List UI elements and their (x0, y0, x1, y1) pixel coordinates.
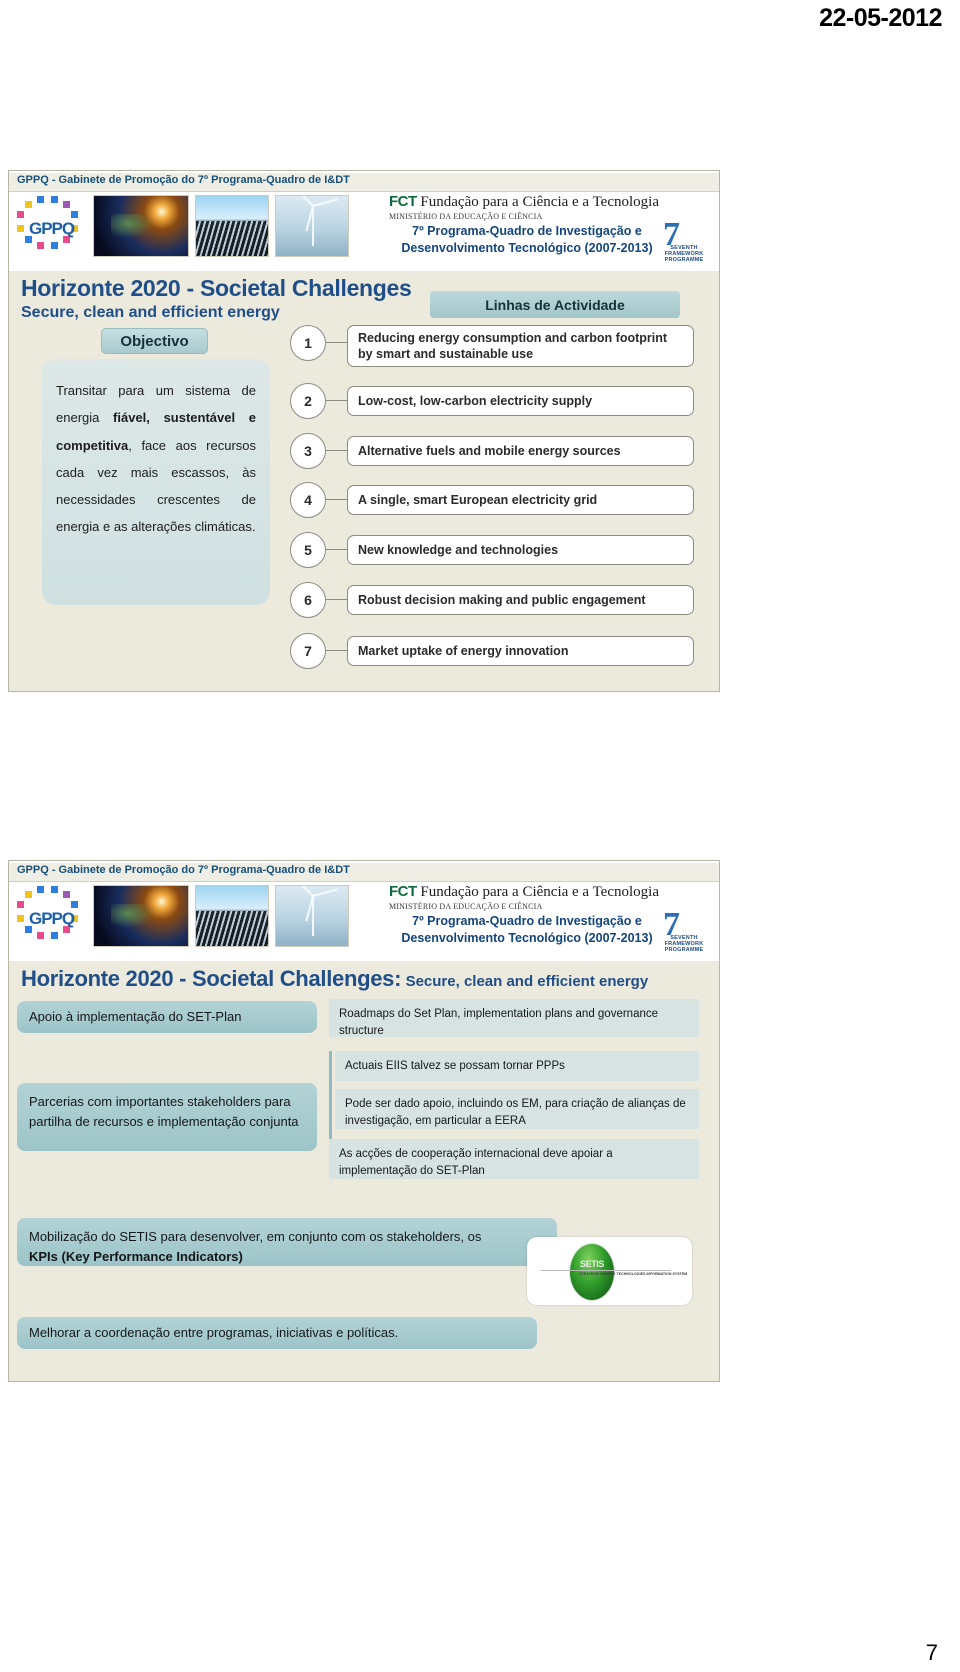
slide-header: GPPQ - Gabinete de Promoção do 7º Progra… (9, 171, 719, 271)
setis-logo-word: SETIS (579, 1259, 604, 1269)
activity-number-6: 6 (290, 582, 326, 618)
right-column-accent-bar (329, 1051, 332, 1151)
right-box-eera[interactable]: Pode ser dado apoio, incluindo os EM, pa… (335, 1089, 699, 1129)
fp7-logo-icon: 7 SEVENTH FRAMEWORK PROGRAMME (653, 217, 715, 263)
activity-box-6[interactable]: Robust decision making and public engage… (347, 585, 694, 615)
slide2-fct-name: Fundação para a Ciência e a Tecnologia (420, 884, 659, 900)
activity-number-1: 1 (290, 325, 326, 361)
left-box-set-plan[interactable]: Apoio à implementação do SET-Plan (17, 1001, 317, 1033)
slide2-title-main: Horizonte 2020 - Societal Challenges: (21, 966, 402, 991)
activity-connector-4 (326, 499, 348, 501)
gppq-bar-text: GPPQ - Gabinete de Promoção do 7º Progra… (17, 174, 350, 186)
slide2-gppq-bar-text: GPPQ - Gabinete de Promoção do 7º Progra… (17, 864, 350, 876)
activity-number-5: 5 (290, 532, 326, 568)
slide2-earth-photo (93, 885, 189, 947)
activity-box-4[interactable]: A single, smart European electricity gri… (347, 485, 694, 515)
wide-box-line-2: KPIs (Key Performance Indicators) (29, 1248, 243, 1264)
fct-name: Fundação para a Ciência e a Tecnologia (420, 194, 659, 210)
slide2-title-sub: Secure, clean and efficient energy (405, 973, 649, 990)
fct-acronym: FCT (389, 193, 417, 210)
page-number: 7 (925, 1640, 938, 1665)
slide1-title: Horizonte 2020 - Societal Challenges (21, 275, 412, 301)
activity-box-5[interactable]: New knowledge and technologies (347, 535, 694, 565)
slide2-fct-acronym: FCT (389, 883, 417, 900)
objectivo-label: Objectivo (101, 328, 208, 354)
fp7-line-1: 7º Programa-Quadro de Investigação e (412, 224, 642, 238)
slide2-wind-turbine-photo (275, 885, 349, 947)
activity-box-1[interactable]: Reducing energy consumption and carbon f… (347, 325, 694, 367)
slide2-fp7-line-2: Desenvolvimento Tecnológico (2007-2013) (401, 930, 653, 945)
fp7-logo-caption: SEVENTH FRAMEWORK PROGRAMME (664, 245, 704, 263)
slide-1: GPPQ - Gabinete de Promoção do 7º Progra… (8, 170, 720, 692)
page-date: 22-05-2012 (819, 4, 942, 32)
slide2-fp7-logo-caption: SEVENTH FRAMEWORK PROGRAMME (664, 935, 704, 953)
fp7-line-2: Desenvolvimento Tecnológico (2007-2013) (401, 240, 653, 255)
slide2-title: Horizonte 2020 - Societal Challenges: Se… (21, 966, 648, 992)
slide2-solar-panels-photo (195, 885, 269, 947)
activity-connector-1 (326, 342, 348, 344)
slide2-fp7-logo-icon: 7 SEVENTH FRAMEWORK PROGRAMME (653, 907, 715, 953)
activity-connector-7 (326, 650, 348, 652)
wind-turbine-photo (275, 195, 349, 257)
left-box-partnerships[interactable]: Parcerias com importantes stakeholders p… (17, 1083, 317, 1151)
slide2-gppq-logo-icon: GPPQ (15, 885, 87, 947)
slide2-fp7-line-1: 7º Programa-Quadro de Investigação e (412, 914, 642, 928)
linhas-de-actividade-label: Linhas de Actividade (430, 291, 680, 318)
right-box-eiis[interactable]: Actuais EIIS talvez se possam tornar PPP… (335, 1051, 699, 1081)
activity-connector-5 (326, 549, 348, 551)
bottom-box-coordination[interactable]: Melhorar a coordenação entre programas, … (17, 1317, 537, 1349)
objectivo-text: Transitar para um sistema de energia fiá… (42, 359, 270, 605)
gppq-logo-word: GPPQ (29, 219, 75, 238)
activity-number-3: 3 (290, 433, 326, 469)
activity-box-3[interactable]: Alternative fuels and mobile energy sour… (347, 436, 694, 466)
fp7-programme-text: 7º Programa-Quadro de Investigação e Des… (401, 223, 653, 257)
setis-logo-card: SETIS STRATEGIC ENERGY TECHNOLOGIES INFO… (527, 1237, 692, 1305)
activity-connector-6 (326, 599, 348, 601)
right-box-international-cooperation[interactable]: As acções de cooperação internacional de… (329, 1139, 699, 1179)
wide-box-setis-kpis[interactable]: Mobilização do SETIS para desenvolver, e… (17, 1218, 557, 1266)
activity-box-2[interactable]: Low-cost, low-carbon electricity supply (347, 386, 694, 416)
slide1-subtitle: Secure, clean and efficient energy (21, 304, 280, 321)
activity-box-7[interactable]: Market uptake of energy innovation (347, 636, 694, 666)
activity-connector-2 (326, 400, 348, 402)
solar-panels-photo (195, 195, 269, 257)
activity-number-4: 4 (290, 482, 326, 518)
earth-photo (93, 195, 189, 257)
gppq-logo-icon: GPPQ (15, 195, 87, 257)
activity-number-7: 7 (290, 633, 326, 669)
setis-logo-rule (541, 1270, 671, 1271)
activity-connector-3 (326, 450, 348, 452)
right-box-roadmaps[interactable]: Roadmaps do Set Plan, implementation pla… (329, 999, 699, 1037)
slide2-fp7-programme-text: 7º Programa-Quadro de Investigação e Des… (401, 913, 653, 947)
slide2-gppq-logo-word: GPPQ (29, 909, 75, 928)
setis-logo-subtitle: STRATEGIC ENERGY TECHNOLOGIES INFORMATIO… (579, 1272, 688, 1276)
activity-number-2: 2 (290, 383, 326, 419)
slide2-header: GPPQ - Gabinete de Promoção do 7º Progra… (9, 861, 719, 961)
wide-box-line-1: Mobilização do SETIS para desenvolver, e… (29, 1229, 482, 1244)
